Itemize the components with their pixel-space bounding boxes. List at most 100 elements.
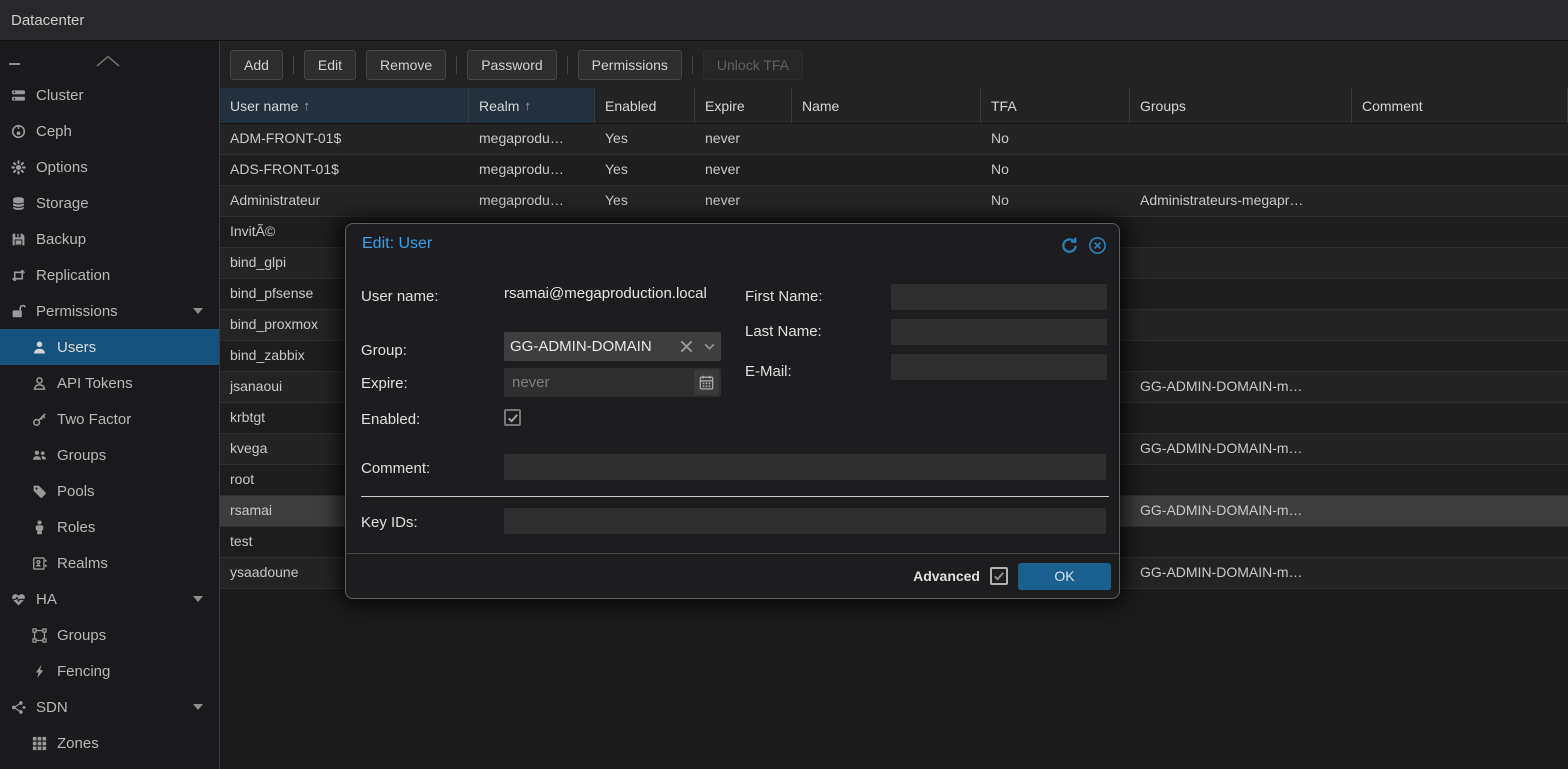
cell-comment — [1352, 558, 1568, 588]
sidebar-item-label: Permissions — [36, 303, 118, 320]
chevron-down-icon[interactable] — [704, 343, 715, 350]
edit-button[interactable]: Edit — [304, 50, 356, 80]
sidebar-item-options[interactable]: Options — [0, 149, 219, 185]
calendar-icon[interactable] — [694, 370, 719, 395]
advanced-checkbox[interactable] — [990, 567, 1008, 585]
sidebar-item-two-factor[interactable]: Two Factor — [0, 401, 219, 437]
caret-down-icon[interactable] — [193, 596, 203, 602]
group-combobox[interactable]: GG-ADMIN-DOMAIN — [504, 332, 721, 361]
cell-comment — [1352, 217, 1568, 247]
cell-enabled: Yes — [595, 186, 695, 216]
cell-user: ADS-FRONT-01$ — [220, 155, 469, 185]
last-name-input[interactable] — [891, 319, 1107, 345]
edit-user-dialog: Edit: User User name: rsamai@megaproduct… — [345, 223, 1120, 599]
column-label: Enabled — [605, 98, 656, 114]
sidebar-item-storage[interactable]: Storage — [0, 185, 219, 221]
cell-comment — [1352, 310, 1568, 340]
dialog-header[interactable]: Edit: User — [346, 224, 1119, 258]
page-title: Datacenter — [11, 12, 84, 29]
sidebar-item-zones[interactable]: Zones — [0, 725, 219, 761]
chevron-up-icon[interactable] — [96, 54, 120, 66]
gear-icon — [10, 160, 27, 175]
cell-enabled: Yes — [595, 155, 695, 185]
column-header-expire[interactable]: Expire — [695, 88, 792, 123]
unlock-tfa-button[interactable]: Unlock TFA — [703, 50, 803, 80]
sidebar-item-backup[interactable]: Backup — [0, 221, 219, 257]
sidebar-item-ha-groups[interactable]: Groups — [0, 617, 219, 653]
sidebar-item-label: Cluster — [36, 87, 84, 104]
sidebar-item-label: Options — [36, 159, 88, 176]
cell-comment — [1352, 496, 1568, 526]
add-button[interactable]: Add — [230, 50, 283, 80]
close-icon[interactable] — [1088, 236, 1107, 255]
collapse-dash-icon[interactable] — [9, 63, 20, 65]
cell-realm: megaprodu… — [469, 186, 595, 216]
dialog-tools — [1060, 236, 1107, 255]
ok-button[interactable]: OK — [1018, 563, 1111, 590]
toolbar-separator — [293, 56, 294, 74]
cell-comment — [1352, 465, 1568, 495]
sidebar-item-replication[interactable]: Replication — [0, 257, 219, 293]
column-header-name[interactable]: Name — [792, 88, 981, 123]
comment-input[interactable] — [504, 454, 1106, 480]
sidebar-item-label: Storage — [36, 195, 89, 212]
email-input[interactable] — [891, 354, 1107, 380]
column-header-realm[interactable]: Realm↑ — [469, 88, 595, 123]
table-row[interactable]: ADS-FRONT-01$megaprodu…YesneverNo — [220, 155, 1568, 186]
column-header-tfa[interactable]: TFA — [981, 88, 1130, 123]
table-row[interactable]: ADM-FRONT-01$megaprodu…YesneverNo — [220, 124, 1568, 155]
table-row[interactable]: Administrateurmegaprodu…YesneverNoAdmini… — [220, 186, 1568, 217]
password-button[interactable]: Password — [467, 50, 556, 80]
column-label: User name — [230, 98, 298, 114]
network-icon — [10, 700, 27, 715]
sidebar-item-roles[interactable]: Roles — [0, 509, 219, 545]
sidebar-item-realms[interactable]: Realms — [0, 545, 219, 581]
dialog-footer: Advanced OK — [346, 553, 1119, 598]
table-header: User name↑Realm↑EnabledExpireNameTFAGrou… — [220, 88, 1568, 124]
sidebar-item-label: Groups — [57, 627, 106, 644]
sort-asc-icon: ↑ — [524, 98, 531, 113]
sidebar-item-label: HA — [36, 591, 57, 608]
sidebar-item-sdn[interactable]: SDN — [0, 689, 219, 725]
column-header-groups[interactable]: Groups — [1130, 88, 1352, 123]
sidebar-item-ha[interactable]: HA — [0, 581, 219, 617]
sidebar-item-ceph[interactable]: Ceph — [0, 113, 219, 149]
cell-comment — [1352, 124, 1568, 154]
column-header-user-name[interactable]: User name↑ — [220, 88, 469, 123]
sidebar-item-fencing[interactable]: Fencing — [0, 653, 219, 689]
username-value: rsamai@megaproduction.local — [504, 286, 724, 302]
column-label: Groups — [1140, 98, 1186, 114]
remove-button[interactable]: Remove — [366, 50, 446, 80]
clear-icon[interactable] — [680, 340, 693, 353]
sidebar-item-users[interactable]: Users — [0, 329, 219, 365]
sidebar-item-api-tokens[interactable]: API Tokens — [0, 365, 219, 401]
sidebar-item-permissions[interactable]: Permissions — [0, 293, 219, 329]
key-ids-label: Key IDs: — [361, 514, 499, 531]
cell-comment — [1352, 403, 1568, 433]
column-header-enabled[interactable]: Enabled — [595, 88, 695, 123]
sidebar-menu: Cluster Ceph Options Storage Backup Replicati… — [0, 77, 219, 761]
heartbeat-icon — [10, 592, 27, 607]
first-name-input[interactable] — [891, 284, 1107, 310]
undo-icon[interactable] — [1060, 236, 1079, 255]
enabled-checkbox[interactable] — [504, 409, 521, 426]
cell-comment — [1352, 527, 1568, 557]
section-divider — [361, 496, 1109, 497]
cell-groups: GG-ADMIN-DOMAIN-m… — [1130, 496, 1352, 526]
permissions-button[interactable]: Permissions — [578, 50, 682, 80]
last-name-label: Last Name: — [745, 323, 885, 340]
column-header-comment[interactable]: Comment — [1352, 88, 1568, 123]
sidebar-item-label: Replication — [36, 267, 110, 284]
caret-down-icon[interactable] — [193, 308, 203, 314]
group-label: Group: — [361, 342, 499, 359]
expire-input[interactable] — [504, 368, 692, 397]
sidebar-item-cluster[interactable]: Cluster — [0, 77, 219, 113]
sidebar-item-permissions-groups[interactable]: Groups — [0, 437, 219, 473]
caret-down-icon[interactable] — [193, 704, 203, 710]
cell-comment — [1352, 279, 1568, 309]
sidebar: Cluster Ceph Options Storage Backup Replicati… — [0, 41, 220, 769]
cell-groups — [1130, 155, 1352, 185]
column-label: Expire — [705, 98, 745, 114]
sidebar-item-pools[interactable]: Pools — [0, 473, 219, 509]
key-ids-input[interactable] — [504, 508, 1106, 534]
